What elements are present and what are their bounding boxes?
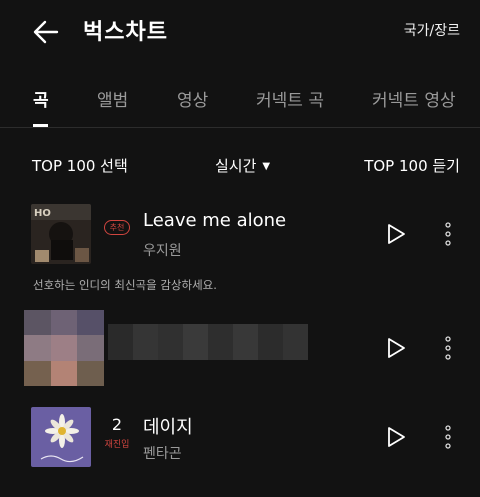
- back-arrow-icon[interactable]: [30, 16, 62, 48]
- app-header: 벅스차트 국가/장르: [0, 0, 480, 64]
- song-title[interactable]: Leave me alone: [143, 210, 286, 231]
- more-vertical-icon[interactable]: [440, 335, 456, 361]
- rank-cell: 2 재진입: [96, 415, 138, 450]
- tab-songs[interactable]: 곡: [33, 86, 49, 111]
- svg-text:HO: HO: [34, 208, 51, 219]
- listen-top100-button[interactable]: TOP 100 듣기: [364, 155, 460, 176]
- chart-controls: TOP 100 선택 실시간 ▼ TOP 100 듣기: [0, 150, 480, 180]
- rank-number: 2: [111, 415, 123, 434]
- play-icon[interactable]: [384, 222, 408, 246]
- play-icon[interactable]: [384, 425, 408, 449]
- tab-connect-songs[interactable]: 커넥트 곡: [256, 86, 324, 111]
- caret-down-icon: ▼: [262, 161, 271, 172]
- period-dropdown[interactable]: 실시간 ▼: [215, 155, 270, 176]
- tab-albums[interactable]: 앨범: [97, 86, 128, 111]
- track-row[interactable]: [0, 318, 480, 382]
- tab-connect-videos[interactable]: 커넥트 영상: [372, 86, 456, 111]
- rank-cell: 추천: [96, 215, 138, 235]
- period-label: 실시간: [215, 157, 257, 175]
- album-art: [31, 407, 91, 467]
- tab-videos[interactable]: 영상: [177, 86, 208, 111]
- artist-name[interactable]: 펜타곤: [143, 443, 182, 463]
- country-genre-button[interactable]: 국가/장르: [404, 20, 460, 40]
- page-title: 벅스차트: [83, 20, 168, 45]
- select-top100-button[interactable]: TOP 100 선택: [32, 155, 128, 176]
- album-art: HO: [31, 204, 91, 264]
- track-row[interactable]: 2 재진입 데이지 펜타곤: [0, 407, 480, 471]
- play-icon[interactable]: [384, 336, 408, 360]
- more-vertical-icon[interactable]: [440, 424, 456, 450]
- recommend-note: 선호하는 인디의 최신곡을 감상하세요.: [33, 278, 217, 292]
- category-tabs: 곡 앨범 영상 커넥트 곡 커넥트 영상: [0, 78, 480, 128]
- artist-name[interactable]: 우지원: [143, 240, 182, 260]
- track-row[interactable]: HO 추천 Leave me alone 우지원: [0, 204, 480, 268]
- active-tab-indicator: [33, 124, 48, 127]
- song-title[interactable]: 데이지: [143, 413, 193, 439]
- rank-status: 재진입: [104, 440, 130, 450]
- recommend-badge: 추천: [103, 220, 131, 235]
- more-vertical-icon[interactable]: [440, 221, 456, 247]
